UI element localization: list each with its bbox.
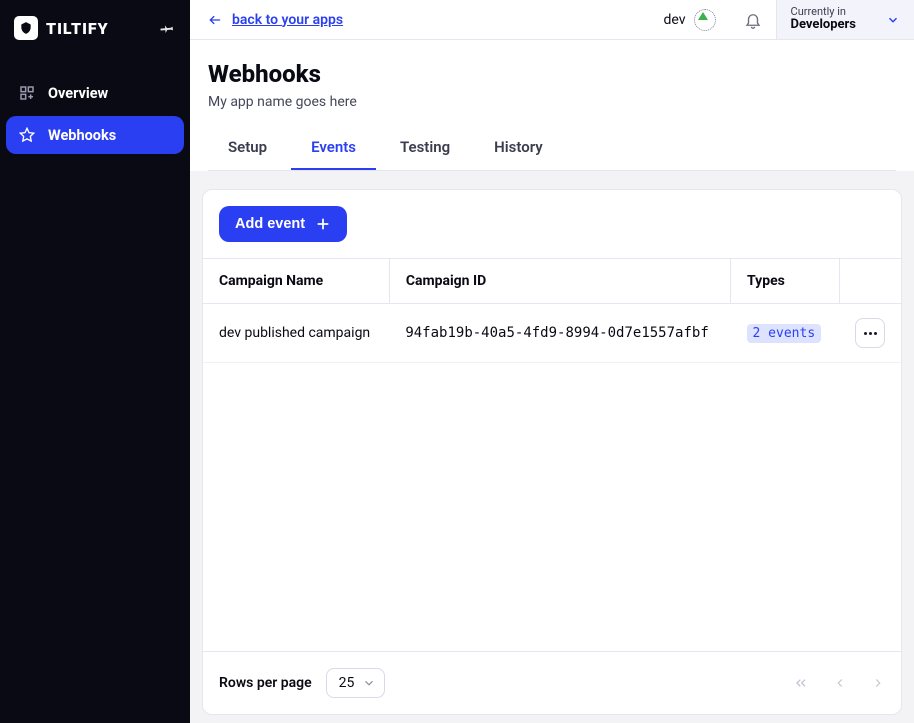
cell-campaign-id: 94fab19b-40a5-4fd9-8994-0d7e1557afbf [389,304,730,363]
add-event-button[interactable]: Add event [219,206,347,242]
avatar [694,9,716,31]
context-switcher[interactable]: Currently in Developers [776,0,914,39]
tab-setup[interactable]: Setup [208,128,287,170]
tab-bar: Setup Events Testing History [208,128,896,171]
col-types: Types [731,259,839,304]
types-badge[interactable]: 2 events [747,324,822,343]
chevron-down-icon [362,676,376,690]
dashboard-icon [18,84,36,102]
user-name: dev [664,12,686,28]
page-title: Webhooks [208,60,896,88]
sidebar-nav: Overview Webhooks [0,60,190,154]
events-card: Add event Campaign Name Campaign ID Type… [202,189,902,715]
tab-testing[interactable]: Testing [380,128,470,170]
tab-history[interactable]: History [474,128,563,170]
first-page-button[interactable] [793,675,809,691]
rows-per-page-label: Rows per page [219,675,312,691]
rows-per-page-select[interactable]: 25 [326,668,386,698]
chevron-left-icon [833,675,847,691]
page-header: Webhooks My app name goes here Setup Eve… [190,40,914,171]
paginator [793,675,885,691]
brand-name: TILTIFY [46,19,109,38]
prev-page-button[interactable] [833,675,847,691]
user-menu[interactable]: dev [650,9,730,31]
card-toolbar: Add event [203,190,901,258]
cell-types: 2 events [731,304,839,363]
sidebar-header: TILTIFY [0,10,190,60]
back-link[interactable]: back to your apps [206,12,343,28]
top-bar: back to your apps dev Currently in Devel… [190,0,914,40]
col-campaign-id: Campaign ID [389,259,730,304]
cell-actions [839,304,901,363]
card-footer: Rows per page 25 [203,651,901,714]
sidebar: TILTIFY Overview Web [0,0,190,723]
content-area: Add event Campaign Name Campaign ID Type… [190,171,914,723]
back-link-label: back to your apps [232,12,343,28]
events-table: Campaign Name Campaign ID Types dev publ… [203,258,901,363]
sidebar-item-overview[interactable]: Overview [6,74,184,112]
page-subtitle: My app name goes here [208,94,896,110]
plus-icon [315,216,331,232]
events-table-wrap: Campaign Name Campaign ID Types dev publ… [203,258,901,651]
more-horizontal-icon [864,332,877,335]
cell-campaign-name: dev published campaign [203,304,389,363]
arrow-left-icon [206,13,224,27]
chevron-right-icon [871,675,885,691]
context-value: Developers [791,18,856,33]
main-area: back to your apps dev Currently in Devel… [190,0,914,723]
chevron-down-icon [886,13,900,27]
pin-icon[interactable] [160,20,176,36]
star-icon [18,126,36,144]
next-page-button[interactable] [871,675,885,691]
chevrons-left-icon [793,675,809,691]
bell-icon [744,11,762,29]
table-row: dev published campaign 94fab19b-40a5-4fd… [203,304,901,363]
sidebar-item-label: Webhooks [48,127,116,144]
notifications-button[interactable] [730,11,776,29]
col-campaign-name: Campaign Name [203,259,389,304]
col-actions [839,259,901,304]
row-actions-button[interactable] [855,318,885,348]
add-event-label: Add event [235,216,305,232]
rows-per-page-value: 25 [339,675,355,691]
tab-events[interactable]: Events [291,128,376,170]
sidebar-item-webhooks[interactable]: Webhooks [6,116,184,154]
brand-logo[interactable]: TILTIFY [14,16,109,40]
brand-logo-mark [14,16,38,40]
sidebar-item-label: Overview [48,85,108,102]
